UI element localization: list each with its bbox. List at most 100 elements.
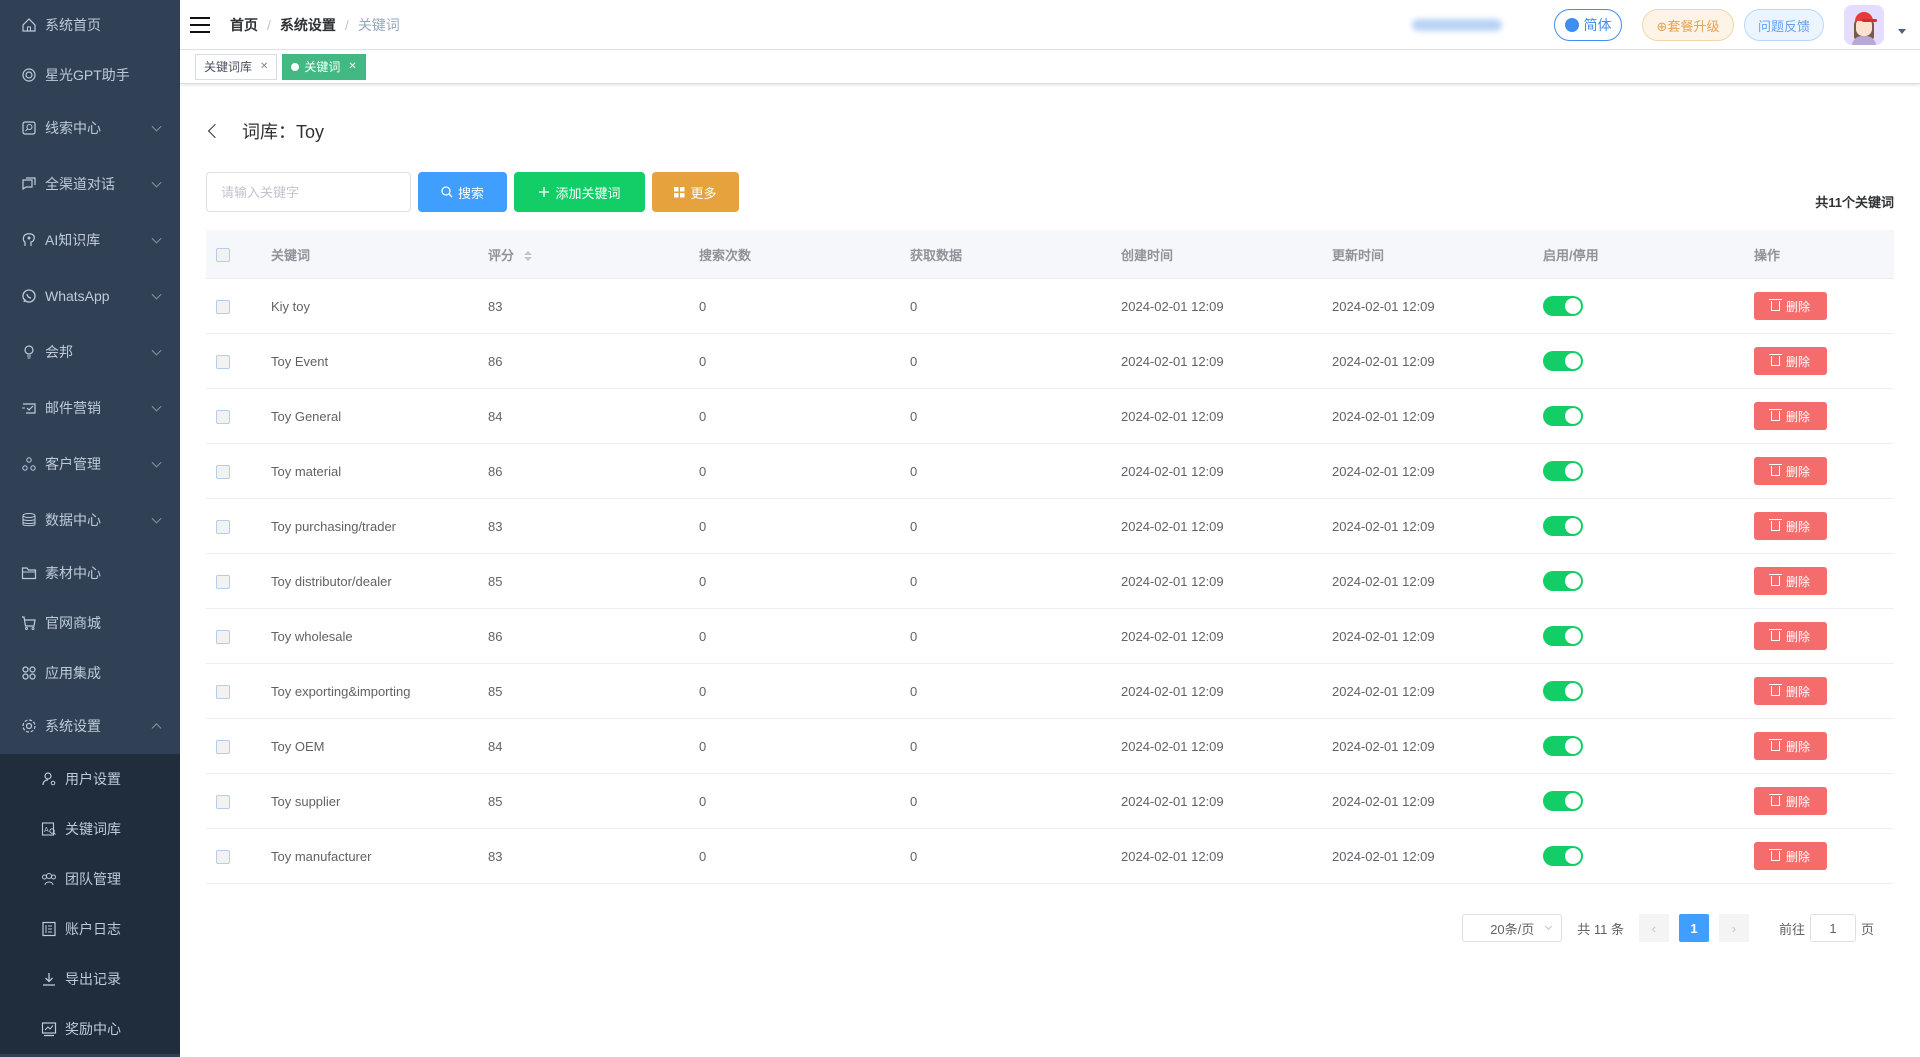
delete-label: 删除 bbox=[1785, 409, 1810, 424]
fetched-data-cell: 0 bbox=[910, 793, 918, 809]
user-avatar[interactable] bbox=[1844, 5, 1884, 45]
delete-button[interactable]: 删除 bbox=[1754, 567, 1827, 595]
submenu-item-2[interactable]: 团队管理 bbox=[0, 854, 180, 904]
enable-toggle[interactable] bbox=[1543, 681, 1583, 701]
delete-button[interactable]: 删除 bbox=[1754, 512, 1827, 540]
page-number-button[interactable]: 1 bbox=[1678, 914, 1709, 942]
tag-keywords[interactable]: 关键词 ✕ bbox=[282, 53, 366, 80]
row-checkbox[interactable] bbox=[216, 464, 230, 479]
sidebar-item-0[interactable]: 系统首页 bbox=[0, 0, 180, 50]
sidebar-item-1[interactable]: 星光GPT助手 bbox=[0, 50, 180, 100]
sidebar-item-12[interactable]: 应用集成 bbox=[0, 648, 180, 698]
select-all-checkbox[interactable] bbox=[216, 247, 230, 262]
row-checkbox[interactable] bbox=[216, 739, 230, 754]
close-icon[interactable]: ✕ bbox=[348, 61, 356, 72]
enable-toggle[interactable] bbox=[1543, 626, 1583, 646]
row-checkbox[interactable] bbox=[216, 684, 230, 699]
chevron-down-icon bbox=[151, 457, 162, 468]
table-row: Toy purchasing/trader 83 0 0 2024-02-01 12:0… bbox=[206, 499, 1894, 554]
ai-brain-icon bbox=[20, 231, 38, 249]
column-header-search-count: 搜索次数 bbox=[699, 247, 752, 263]
delete-button[interactable]: 删除 bbox=[1754, 457, 1827, 485]
delete-button[interactable]: 删除 bbox=[1754, 732, 1827, 760]
add-keyword-button[interactable]: 添加关键词 bbox=[514, 172, 645, 212]
next-page-button[interactable]: › bbox=[1718, 914, 1749, 942]
breadcrumb-system-settings[interactable]: 系统设置 bbox=[280, 15, 336, 35]
row-checkbox[interactable] bbox=[216, 519, 230, 534]
tags-view-bar: 关键词库 ✕ 关键词 ✕ bbox=[180, 50, 1920, 84]
enable-toggle[interactable] bbox=[1543, 736, 1583, 756]
row-checkbox[interactable] bbox=[216, 849, 230, 864]
upgrade-plan-button[interactable]: ⊕套餐升级 bbox=[1642, 9, 1734, 41]
tag-keyword-library[interactable]: 关键词库 ✕ bbox=[195, 53, 278, 80]
sidebar-item-11[interactable]: 官网商城 bbox=[0, 598, 180, 648]
table-row: Toy exporting&importing 85 0 0 2024-02-01 12… bbox=[206, 664, 1894, 719]
row-checkbox[interactable] bbox=[216, 299, 230, 314]
row-checkbox[interactable] bbox=[216, 574, 230, 589]
updated-time-cell: 2024-02-01 12:09 bbox=[1332, 848, 1435, 864]
sidebar-item-7[interactable]: 邮件营销 bbox=[0, 380, 180, 436]
delete-button[interactable]: 删除 bbox=[1754, 842, 1827, 870]
column-header-score[interactable]: 评分 bbox=[488, 245, 699, 264]
user-settings-icon bbox=[40, 770, 58, 788]
table-row: Toy OEM 84 0 0 2024-02-01 12:09 2024-02-01 12… bbox=[206, 719, 1894, 774]
sidebar-item-6[interactable]: 会邦 bbox=[0, 324, 180, 380]
prev-page-button[interactable]: ‹ bbox=[1638, 914, 1669, 942]
submenu-item-5[interactable]: 奖励中心 bbox=[0, 1004, 180, 1054]
row-checkbox[interactable] bbox=[216, 794, 230, 809]
feedback-button[interactable]: 问题反馈 bbox=[1744, 9, 1824, 41]
hamburger-menu-icon[interactable] bbox=[190, 16, 210, 33]
enable-toggle[interactable] bbox=[1543, 351, 1583, 371]
sidebar-item-9[interactable]: 数据中心 bbox=[0, 492, 180, 548]
sidebar-item-5[interactable]: WhatsApp bbox=[0, 268, 180, 324]
sidebar-item-8[interactable]: 客户管理 bbox=[0, 436, 180, 492]
submenu-item-3[interactable]: 账户日志 bbox=[0, 904, 180, 954]
row-checkbox[interactable] bbox=[216, 409, 230, 424]
row-checkbox[interactable] bbox=[216, 629, 230, 644]
enable-toggle[interactable] bbox=[1543, 571, 1583, 591]
enable-toggle[interactable] bbox=[1543, 296, 1583, 316]
sidebar-item-label: 官网商城 bbox=[45, 615, 101, 631]
delete-button[interactable]: 删除 bbox=[1754, 622, 1827, 650]
row-checkbox[interactable] bbox=[216, 354, 230, 369]
search-button[interactable]: 搜索 bbox=[418, 172, 507, 212]
delete-button[interactable]: 删除 bbox=[1754, 292, 1827, 320]
back-arrow-icon[interactable] bbox=[207, 123, 223, 139]
trash-icon bbox=[1768, 409, 1782, 421]
sidebar-item-13[interactable]: 系统设置 bbox=[0, 698, 180, 754]
enable-toggle[interactable] bbox=[1543, 406, 1583, 426]
sidebar-item-label: 客户管理 bbox=[45, 456, 101, 472]
enable-toggle[interactable] bbox=[1543, 461, 1583, 481]
page-size-select[interactable]: 20条/页 bbox=[1462, 914, 1563, 942]
submenu-item-0[interactable]: 用户设置 bbox=[0, 754, 180, 804]
sort-icon[interactable] bbox=[523, 251, 532, 262]
delete-button[interactable]: 删除 bbox=[1754, 402, 1827, 430]
sidebar-item-10[interactable]: 素材中心 bbox=[0, 548, 180, 598]
chevron-down-icon bbox=[151, 289, 162, 300]
keyword-search-input[interactable] bbox=[206, 172, 411, 212]
enable-toggle[interactable] bbox=[1543, 516, 1583, 536]
log-icon bbox=[40, 920, 58, 938]
score-cell: 84 bbox=[488, 408, 503, 424]
more-button[interactable]: 更多 bbox=[652, 172, 739, 212]
submenu-item-1[interactable]: A 关键词库 bbox=[0, 804, 180, 854]
breadcrumb-home[interactable]: 首页 bbox=[230, 15, 258, 35]
table-row: Toy distributor/dealer 85 0 0 2024-02-01 12:… bbox=[206, 554, 1894, 609]
goto-page-input[interactable] bbox=[1809, 914, 1856, 942]
sidebar-item-2[interactable]: 线索中心 bbox=[0, 100, 180, 156]
delete-button[interactable]: 删除 bbox=[1754, 347, 1827, 375]
user-dropdown-caret-icon[interactable] bbox=[1898, 28, 1906, 34]
enable-toggle[interactable] bbox=[1543, 791, 1583, 811]
fetched-data-cell: 0 bbox=[910, 738, 918, 754]
language-switch-button[interactable]: 简体 bbox=[1554, 9, 1622, 41]
chevron-down-icon bbox=[151, 513, 162, 524]
sidebar-item-3[interactable]: 全渠道对话 bbox=[0, 156, 180, 212]
enable-toggle[interactable] bbox=[1543, 846, 1583, 866]
sidebar-item-4[interactable]: AI知识库 bbox=[0, 212, 180, 268]
page-suffix: 页 bbox=[1860, 921, 1874, 937]
delete-button[interactable]: 删除 bbox=[1754, 787, 1827, 815]
submenu-item-4[interactable]: 导出记录 bbox=[0, 954, 180, 1004]
gear-icon bbox=[20, 717, 38, 735]
delete-button[interactable]: 删除 bbox=[1754, 677, 1827, 705]
close-icon[interactable]: ✕ bbox=[260, 61, 268, 72]
